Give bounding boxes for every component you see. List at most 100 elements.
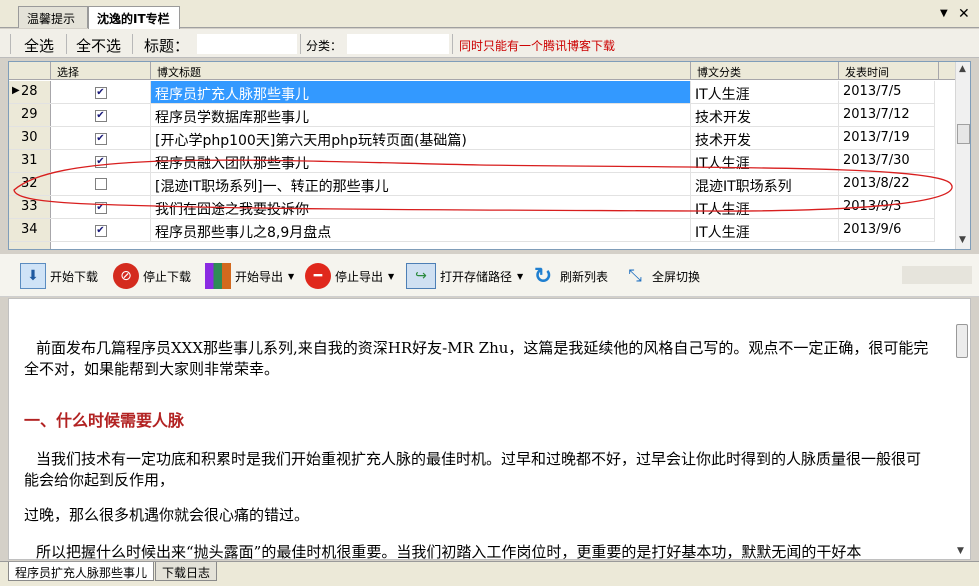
article-paragraph: 过晚，那么很多机遇你就会很心痛的错过。 bbox=[24, 506, 310, 524]
row-title[interactable]: 我们在囧途之我要投诉你 bbox=[151, 196, 691, 218]
minus-circle-icon: ━ bbox=[305, 263, 331, 289]
title-filter-input[interactable] bbox=[197, 34, 297, 54]
scroll-thumb[interactable] bbox=[956, 324, 968, 358]
row-category[interactable]: IT人生涯 bbox=[691, 196, 839, 218]
row-number: 32 bbox=[9, 173, 51, 195]
row-title[interactable]: 程序员扩充人脉那些事儿 bbox=[151, 81, 691, 103]
row-select-cell: ✔ bbox=[51, 81, 151, 103]
tab-tips[interactable]: 温馨提示 bbox=[18, 6, 88, 28]
row-checkbox[interactable]: ✔ bbox=[94, 110, 107, 122]
article-paragraph: 所以把握什么时候出来“抛头露面”的最佳时机很重要。当我们初踏入工作岗位时，更重要… bbox=[36, 543, 862, 560]
tab-download-log[interactable]: 下载日志 bbox=[155, 562, 218, 581]
row-checkbox[interactable]: ✔ bbox=[94, 225, 107, 237]
row-category[interactable]: IT人生涯 bbox=[691, 81, 839, 103]
article-scrollbar[interactable]: ▼ bbox=[954, 317, 970, 559]
row-date[interactable]: 2013/9/3 bbox=[839, 196, 935, 218]
row-date[interactable]: 2013/8/22 bbox=[839, 173, 935, 195]
table-row[interactable]: 33 ✔ 我们在囧途之我要投诉你 IT人生涯 2013/9/3 bbox=[9, 196, 935, 219]
table-row[interactable]: 32 [混迹IT职场系列]一、转正的那些事儿 混迹IT职场系列 2013/8/2… bbox=[9, 173, 935, 196]
tab-blog[interactable]: 沈逸的IT专栏 bbox=[88, 6, 180, 29]
row-number: 34 bbox=[9, 219, 51, 241]
title-filter-label: 标题： bbox=[144, 37, 190, 55]
table-row[interactable]: 34 ✔ 程序员那些事儿之8,9月盘点 IT人生涯 2013/9/6 bbox=[9, 219, 935, 242]
toolbar-separator bbox=[66, 34, 67, 54]
select-all-button[interactable]: 全选 bbox=[20, 35, 58, 56]
grid-scrollbar[interactable]: ▲ ▼ bbox=[955, 62, 970, 249]
row-number bbox=[9, 242, 51, 249]
row-checkbox[interactable]: ✔ bbox=[94, 202, 107, 214]
chevron-down-icon[interactable]: ▼ bbox=[288, 272, 294, 281]
row-number: 33 bbox=[9, 196, 51, 218]
start-download-label: 开始下载 bbox=[50, 269, 99, 284]
tab-article-preview[interactable]: 程序员扩充人脉那些事儿 bbox=[8, 562, 155, 581]
row-title[interactable]: 程序员学数据库那些事儿 bbox=[151, 104, 691, 126]
tab-list-dropdown-icon[interactable]: ▼ bbox=[940, 8, 948, 19]
toolbar-separator bbox=[452, 34, 453, 54]
header-select[interactable]: 选择 bbox=[51, 62, 151, 80]
filter-toolbar: 全选 全不选 标题： 分类： 同时只能有一个腾讯博客下载 bbox=[0, 29, 979, 58]
document-tab-strip: 温馨提示 沈逸的IT专栏 ▼ ✕ bbox=[0, 0, 979, 29]
row-category[interactable]: 技术开发 bbox=[691, 104, 839, 126]
row-checkbox[interactable]: ✔ bbox=[94, 156, 107, 168]
row-category[interactable]: 混迹IT职场系列 bbox=[691, 173, 839, 195]
header-category[interactable]: 博文分类 bbox=[691, 62, 839, 80]
open-storage-path-button[interactable]: ↪ 打开存储路径 ▼ bbox=[406, 263, 523, 289]
row-category[interactable]: 技术开发 bbox=[691, 127, 839, 149]
row-checkbox[interactable]: ✔ bbox=[94, 87, 107, 99]
header-date[interactable]: 发表时间 bbox=[839, 62, 939, 80]
article-preview: 前面发布几篇程序员XXX那些事儿系列,来自我的资深HR好友-MR Zhu，这篇是… bbox=[8, 298, 971, 560]
row-title[interactable]: 程序员融入团队那些事儿 bbox=[151, 150, 691, 172]
row-date[interactable]: 2013/9/6 bbox=[839, 219, 935, 241]
table-row[interactable]: 30 ✔ [开心学php100天]第六天用php玩转页面(基础篇) 技术开发 2… bbox=[9, 127, 935, 150]
row-checkbox[interactable] bbox=[94, 178, 107, 190]
stop-export-button[interactable]: ━ 停止导出 ▼ bbox=[305, 263, 394, 289]
blog-post-grid: 选择 博文标题 博文分类 发表时间 ▶ 28 ✔ 程序员扩充人脉那些事儿 IT人生… bbox=[8, 61, 971, 250]
fullscreen-toggle-button[interactable]: ⤡ 全屏切换 bbox=[622, 263, 700, 289]
download-arrow-icon: ⬇ bbox=[20, 263, 46, 289]
row-select-cell: ✔ bbox=[51, 127, 151, 149]
refresh-list-button[interactable]: ↻ 刷新列表 bbox=[530, 263, 608, 289]
chevron-down-icon[interactable]: ▼ bbox=[517, 272, 523, 281]
chevron-down-icon[interactable]: ▼ bbox=[388, 272, 394, 281]
start-export-button[interactable]: 开始导出 ▼ bbox=[205, 263, 294, 289]
toolbar-grip bbox=[10, 34, 11, 54]
open-storage-path-label: 打开存储路径 bbox=[440, 269, 513, 284]
row-select-cell: ✔ bbox=[51, 104, 151, 126]
category-filter-input[interactable] bbox=[347, 34, 449, 54]
row-date[interactable]: 2013/7/19 bbox=[839, 127, 935, 149]
row-number: 31 bbox=[9, 150, 51, 172]
article-paragraph: 前面发布几篇程序员XXX那些事儿系列,来自我的资深HR好友-MR Zhu，这篇是… bbox=[24, 339, 929, 378]
table-row[interactable]: ▶ 28 ✔ 程序员扩充人脉那些事儿 IT人生涯 2013/7/5 bbox=[9, 81, 935, 104]
scroll-thumb[interactable] bbox=[957, 124, 970, 144]
row-number: ▶ 28 bbox=[9, 81, 51, 103]
scroll-up-icon[interactable]: ▲ bbox=[959, 64, 966, 74]
start-download-button[interactable]: ⬇ 开始下载 bbox=[20, 263, 98, 289]
table-row[interactable]: 29 ✔ 程序员学数据库那些事儿 技术开发 2013/7/12 bbox=[9, 104, 935, 127]
header-title[interactable]: 博文标题 bbox=[151, 62, 691, 80]
row-category[interactable]: IT人生涯 bbox=[691, 219, 839, 241]
scroll-down-icon[interactable]: ▼ bbox=[957, 546, 964, 556]
row-date[interactable]: 2013/7/12 bbox=[839, 104, 935, 126]
row-title[interactable]: [开心学php100天]第六天用php玩转页面(基础篇) bbox=[151, 127, 691, 149]
row-checkbox[interactable]: ✔ bbox=[94, 133, 107, 145]
refresh-list-label: 刷新列表 bbox=[560, 269, 609, 284]
row-category[interactable]: IT人生涯 bbox=[691, 150, 839, 172]
row-title[interactable]: 程序员那些事儿之8,9月盘点 bbox=[151, 219, 691, 241]
grid-header: 选择 博文标题 博文分类 发表时间 bbox=[9, 62, 955, 80]
table-row[interactable]: 31 ✔ 程序员融入团队那些事儿 IT人生涯 2013/7/30 bbox=[9, 150, 935, 173]
stop-download-button[interactable]: ⊘ 停止下载 bbox=[113, 263, 191, 289]
row-title[interactable]: [混迹IT职场系列]一、转正的那些事儿 bbox=[151, 173, 691, 195]
action-toolbar: ⬇ 开始下载 ⊘ 停止下载 开始导出 ▼ ━ 停止导出 ▼ ↪ 打开存储路径 ▼… bbox=[0, 254, 979, 297]
row-date[interactable]: 2013/7/30 bbox=[839, 150, 935, 172]
article-paragraph: 当我们技术有一定功底和积累时是我们开始重视扩充人脉的最佳时机。过早和过晚都不好，… bbox=[24, 450, 922, 489]
start-export-label: 开始导出 bbox=[235, 269, 284, 284]
select-none-button[interactable]: 全不选 bbox=[72, 35, 125, 56]
row-date[interactable]: 2013/7/5 bbox=[839, 81, 935, 103]
close-icon[interactable]: ✕ bbox=[958, 6, 970, 22]
article-heading: 一、什么时候需要人脉 bbox=[24, 411, 185, 430]
stop-icon: ⊘ bbox=[113, 263, 139, 289]
scroll-down-icon[interactable]: ▼ bbox=[959, 235, 966, 245]
row-select-cell: ✔ bbox=[51, 196, 151, 218]
folder-arrow-icon: ↪ bbox=[406, 263, 436, 289]
fullscreen-toggle-label: 全屏切换 bbox=[652, 269, 701, 284]
